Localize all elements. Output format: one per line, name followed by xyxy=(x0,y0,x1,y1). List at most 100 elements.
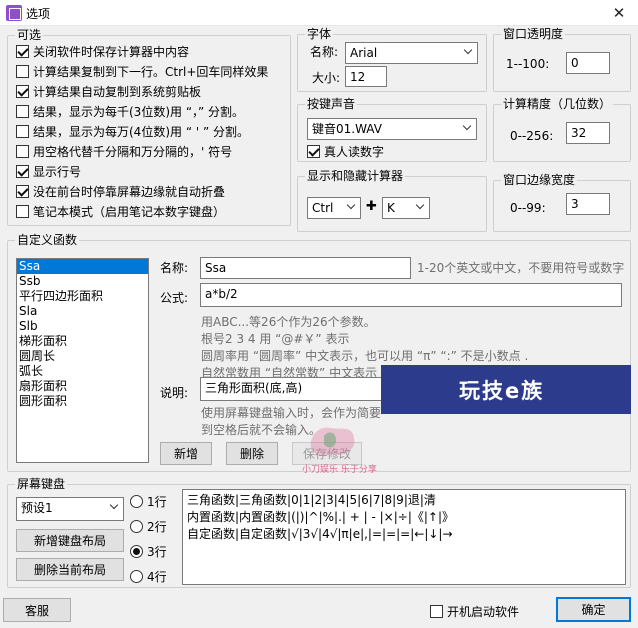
font-name-value: Arial xyxy=(350,46,378,60)
autostart-row[interactable]: 开机启动软件 xyxy=(430,601,519,621)
precision-input[interactable]: 32 xyxy=(566,122,610,144)
option-label: 笔记本模式（启用笔记本数字键盘） xyxy=(33,204,226,219)
hotkey-modifier-value: Ctrl xyxy=(312,201,334,215)
border-range-label: 0--99: xyxy=(510,201,546,215)
opacity-input[interactable]: 0 xyxy=(566,52,610,74)
window-title: 选项 xyxy=(26,7,51,21)
keyboard-rows-label: 3行 xyxy=(147,544,167,559)
option-row[interactable]: 显示行号 xyxy=(16,161,81,181)
new-keyboard-layout-button[interactable]: 新增键盘布局 xyxy=(16,529,124,552)
hotkey-modifier-select[interactable]: Ctrl xyxy=(307,197,361,219)
hotkey-group: 显示和隐藏计算器 Ctrl ✚ K xyxy=(297,169,487,232)
ok-button[interactable]: 确定 xyxy=(556,597,631,622)
keyboard-rows-radio[interactable] xyxy=(130,519,143,533)
keyboard-rows-label: 4行 xyxy=(147,569,167,584)
chevron-down-icon xyxy=(416,202,425,211)
keyboard-layout-editor[interactable]: 三角函数|三角函数|0|1|2|3|4|5|6|7|8|9|退|清 内置函数|内… xyxy=(182,489,626,585)
delete-keyboard-layout-button[interactable]: 删除当前布局 xyxy=(16,558,124,581)
keyboard-rows-option[interactable]: 2行 xyxy=(130,516,167,536)
border-input[interactable]: 3 xyxy=(566,193,610,215)
precision-group: 计算精度（几位数） 0--256: 32 xyxy=(493,97,631,162)
keyboard-rows-label: 1行 xyxy=(147,494,167,509)
keyboard-rows-radio[interactable] xyxy=(130,569,143,583)
function-list-item[interactable]: Slb xyxy=(17,319,148,334)
precision-legend: 计算精度（几位数） xyxy=(501,97,614,111)
close-icon[interactable]: ✕ xyxy=(602,2,636,24)
keyboard-rows-option[interactable]: 4行 xyxy=(130,566,167,586)
option-row[interactable]: 计算结果自动复制到系统剪贴板 xyxy=(16,81,201,101)
option-checkbox[interactable] xyxy=(16,104,29,118)
option-row[interactable]: 结果，显示为每千(3位数)用 “，” 分割。 xyxy=(16,101,244,121)
hotkey-key-select[interactable]: K xyxy=(382,197,430,219)
option-checkbox[interactable] xyxy=(16,164,29,178)
option-label: 计算结果自动复制到系统剪贴板 xyxy=(33,84,202,99)
watermark-banner: 玩技e族 xyxy=(381,365,631,414)
keyboard-preset-select[interactable]: 预设1 xyxy=(16,497,124,521)
option-row[interactable]: 笔记本模式（启用笔记本数字键盘） xyxy=(16,201,225,221)
option-checkbox[interactable] xyxy=(16,124,29,138)
customer-service-button[interactable]: 客服 xyxy=(3,598,71,622)
sound-select[interactable]: 键音01.WAV xyxy=(307,118,477,140)
func-name-label: 名称: xyxy=(160,261,189,275)
voice-checkbox-row[interactable]: 真人读数字 xyxy=(307,141,384,161)
keyboard-rows-option[interactable]: 3行 xyxy=(130,541,167,561)
keyboard-rows-option[interactable]: 1行 xyxy=(130,491,167,511)
function-list-item[interactable]: Ssb xyxy=(17,274,148,289)
option-row[interactable]: 关闭软件时保存计算器中内容 xyxy=(16,41,189,61)
autostart-checkbox[interactable] xyxy=(430,604,443,618)
function-list-item[interactable]: 圆形面积 xyxy=(17,394,148,409)
options-group: 可选 关闭软件时保存计算器中内容 计算结果复制到下一行。Ctrl+回车同样效果 计算… xyxy=(7,28,291,226)
chevron-down-icon xyxy=(110,502,119,511)
font-name-label: 名称: xyxy=(310,45,339,59)
keyboard-preset-value: 预设1 xyxy=(21,501,53,515)
functions-legend: 自定义函数 xyxy=(15,233,80,247)
func-formula-input[interactable]: a*b/2 xyxy=(200,283,622,307)
font-name-select[interactable]: Arial xyxy=(345,42,478,64)
option-checkbox[interactable] xyxy=(16,184,29,198)
desc-hint-1: 使用屏幕键盘输入时，会作为简要 xyxy=(201,406,382,420)
option-row[interactable]: 用空格代替千分隔和万分隔的，' 符号 xyxy=(16,141,232,161)
border-legend: 窗口边缘宽度 xyxy=(501,173,578,187)
keyboard-group: 屏幕键盘 预设1 新增键盘布局 删除当前布局 1行 2行 3行 4行 三角函数|三角函… xyxy=(7,477,631,588)
keyboard-rows-radio[interactable] xyxy=(130,494,143,508)
option-checkbox[interactable] xyxy=(16,64,29,78)
delete-function-button[interactable]: 删除 xyxy=(226,442,278,465)
voice-label: 真人读数字 xyxy=(324,144,385,159)
function-list-item[interactable]: Ssa xyxy=(17,259,148,274)
function-list-item[interactable]: 扇形面积 xyxy=(17,379,148,394)
option-row[interactable]: 计算结果复制到下一行。Ctrl+回车同样效果 xyxy=(16,61,268,81)
option-checkbox[interactable] xyxy=(16,144,29,158)
func-name-input[interactable]: Ssa xyxy=(200,257,411,279)
function-list-item[interactable]: 圆周长 xyxy=(17,349,148,364)
option-checkbox[interactable] xyxy=(16,204,29,218)
voice-checkbox[interactable] xyxy=(307,144,320,158)
watermark-logo-icon xyxy=(310,427,355,457)
watermark-subtext: 小刀娱乐 乐于分享 xyxy=(302,465,377,475)
func-formula-label: 公式: xyxy=(160,291,189,305)
option-label: 结果，显示为每千(3位数)用 “，” 分割。 xyxy=(33,104,245,119)
watermark-text: 玩技e族 xyxy=(459,378,545,403)
chevron-down-icon xyxy=(464,47,473,56)
function-list-item[interactable]: 梯形面积 xyxy=(17,334,148,349)
plus-icon: ✚ xyxy=(366,199,377,214)
func-desc-input[interactable]: 三角形面积(底,高) xyxy=(200,377,390,401)
font-size-input[interactable]: 12 xyxy=(345,66,387,87)
opacity-legend: 窗口透明度 xyxy=(501,27,566,41)
formula-hint-2: 根号2 3 4 用 “@#￥” 表示 xyxy=(201,332,350,346)
chevron-down-icon xyxy=(463,123,472,132)
font-group: 字体 名称: Arial 大小: 12 xyxy=(297,27,487,92)
opacity-group: 窗口透明度 1--100: 0 xyxy=(493,27,631,92)
keyboard-rows-label: 2行 xyxy=(147,519,167,534)
option-checkbox[interactable] xyxy=(16,84,29,98)
function-list-item[interactable]: Sla xyxy=(17,304,148,319)
add-function-button[interactable]: 新增 xyxy=(160,442,212,465)
function-list-item[interactable]: 平行四边形面积 xyxy=(17,289,148,304)
function-listbox[interactable]: Ssa Ssb 平行四边形面积 Sla Slb 梯形面积 圆周长 弧长 扇形面积 圆形面积 xyxy=(16,258,149,463)
option-row[interactable]: 结果，显示为每万(4位数)用 “ ' ” 分割。 xyxy=(16,121,249,141)
keyboard-rows-radio[interactable] xyxy=(130,544,143,558)
option-checkbox[interactable] xyxy=(16,44,29,58)
border-group: 窗口边缘宽度 0--99: 3 xyxy=(493,173,631,232)
option-row[interactable]: 没在前台时停靠屏幕边缘就自动折叠 xyxy=(16,181,225,201)
func-desc-label: 说明: xyxy=(160,386,189,400)
function-list-item[interactable]: 弧长 xyxy=(17,364,148,379)
